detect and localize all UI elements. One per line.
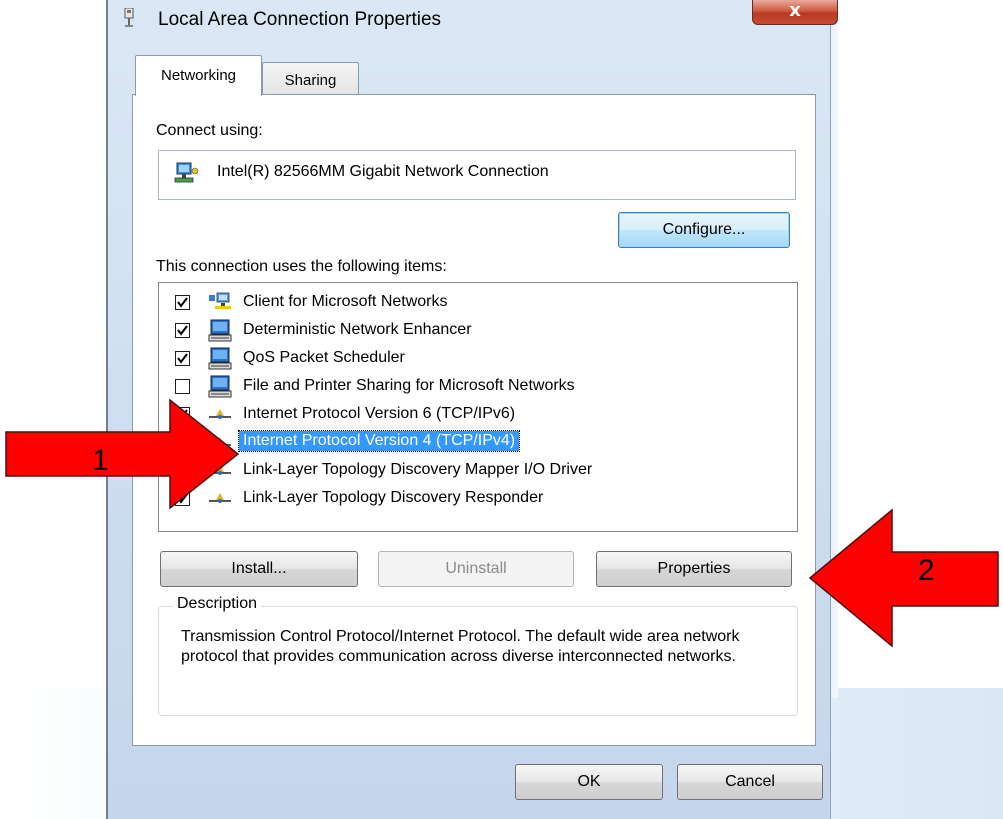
tab-networking[interactable]: Networking xyxy=(135,55,262,96)
list-item[interactable]: File and Printer Sharing for Microsoft N… xyxy=(159,373,795,401)
checkmark-icon xyxy=(177,325,188,336)
list-item-selected[interactable]: Internet Protocol Version 4 (TCP/IPv4) xyxy=(159,429,795,457)
annotation-number-2: 2 xyxy=(918,554,935,587)
service-computer-icon xyxy=(208,319,232,342)
item-label: QoS Packet Scheduler xyxy=(243,349,405,366)
checkmark-icon xyxy=(177,297,188,308)
connect-using-label: Connect using: xyxy=(156,122,263,139)
install-button[interactable]: Install... xyxy=(160,551,358,587)
item-label: Deterministic Network Enhancer xyxy=(243,321,472,338)
description-legend: Description xyxy=(173,595,262,613)
window-title: Local Area Connection Properties xyxy=(158,9,442,30)
checkbox[interactable] xyxy=(175,323,190,338)
item-label: Internet Protocol Version 6 (TCP/IPv6) xyxy=(243,405,516,422)
items-label: This connection uses the following items… xyxy=(156,258,447,275)
list-item[interactable]: Link-Layer Topology Discovery Responder xyxy=(159,485,795,513)
service-computer-icon xyxy=(208,347,232,370)
adapter-name: Intel(R) 82566MM Gigabit Network Connect… xyxy=(217,163,549,180)
tab-sharing[interactable]: Sharing xyxy=(262,62,359,96)
adapter-field: Intel(R) 82566MM Gigabit Network Connect… xyxy=(158,150,796,200)
checkbox[interactable] xyxy=(175,351,190,366)
properties-button[interactable]: Properties xyxy=(596,551,792,587)
cancel-button[interactable]: Cancel xyxy=(677,764,823,800)
close-button[interactable]: x xyxy=(752,0,838,25)
item-label: Client for Microsoft Networks xyxy=(243,293,448,310)
list-item[interactable]: Client for Microsoft Networks xyxy=(159,289,795,317)
ok-button[interactable]: OK xyxy=(515,764,663,800)
network-adapter-icon xyxy=(174,162,199,183)
item-label: Link-Layer Topology Discovery Responder xyxy=(243,489,544,506)
components-list[interactable]: Client for Microsoft Networks Determinis… xyxy=(158,282,798,532)
list-item[interactable]: QoS Packet Scheduler xyxy=(159,345,795,373)
item-label: File and Printer Sharing for Microsoft N… xyxy=(243,377,575,394)
screenshot-root: Local Area Connection Properties x Netwo… xyxy=(0,0,1003,819)
uninstall-button[interactable]: Uninstall xyxy=(378,551,574,587)
checkmark-icon xyxy=(177,353,188,364)
annotation-number-1: 1 xyxy=(92,444,109,477)
title-bar[interactable]: Local Area Connection Properties x xyxy=(108,0,838,40)
close-icon: x xyxy=(789,0,801,21)
annotation-arrow-1 xyxy=(5,398,240,510)
checkbox[interactable] xyxy=(175,295,190,310)
network-connection-icon xyxy=(124,8,134,27)
client-network-icon xyxy=(209,292,231,309)
item-label: Internet Protocol Version 4 (TCP/IPv4) xyxy=(237,430,521,452)
item-label: Link-Layer Topology Discovery Mapper I/O… xyxy=(243,461,593,478)
list-item[interactable]: Internet Protocol Version 6 (TCP/IPv6) xyxy=(159,401,795,429)
annotation-arrow-2 xyxy=(808,508,999,648)
description-group: Description Transmission Control Protoco… xyxy=(158,595,798,716)
configure-button[interactable]: Configure... xyxy=(618,212,790,248)
list-item[interactable]: Deterministic Network Enhancer xyxy=(159,317,795,345)
list-item[interactable]: Link-Layer Topology Discovery Mapper I/O… xyxy=(159,457,795,485)
description-text: Transmission Control Protocol/Internet P… xyxy=(181,628,740,665)
